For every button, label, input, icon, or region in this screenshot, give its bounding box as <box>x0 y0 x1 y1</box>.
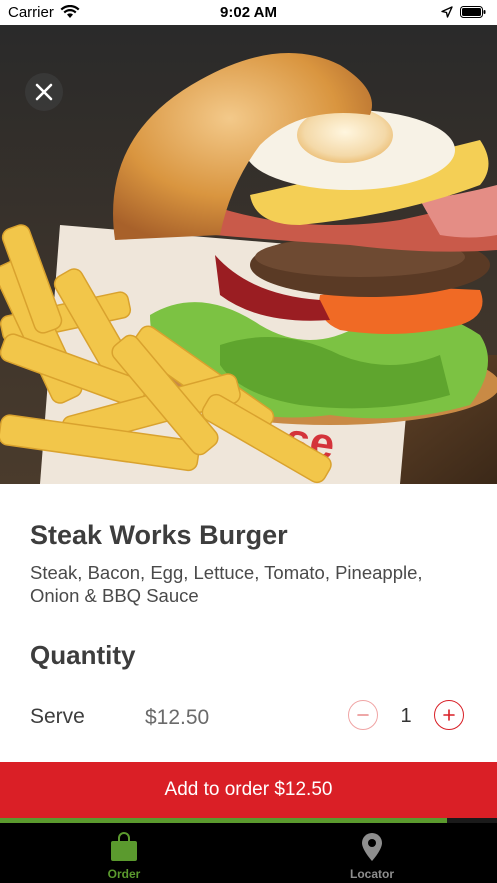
tab-bar: Order Locator <box>0 823 497 883</box>
increase-quantity-button[interactable] <box>434 700 464 730</box>
product-name: Steak Works Burger <box>30 520 288 550</box>
tab-order[interactable]: Order <box>0 823 248 883</box>
location-arrow-icon <box>441 6 453 18</box>
tab-order-label: Order <box>107 867 141 881</box>
map-pin-icon <box>362 833 382 861</box>
status-time: 9:02 AM <box>220 4 277 21</box>
minus-icon <box>357 714 369 716</box>
quantity-value: 1 <box>400 705 412 727</box>
product-description: Steak, Bacon, Egg, Lettuce, Tomato, Pine… <box>30 562 423 606</box>
shopping-bag-icon <box>111 832 137 861</box>
add-to-order-label: Add to order $12.50 <box>164 779 333 800</box>
serve-price: $12.50 <box>145 706 210 729</box>
serve-label: Serve <box>30 705 85 728</box>
decrease-quantity-button[interactable] <box>348 700 378 730</box>
close-icon <box>35 83 53 101</box>
tab-locator-label: Locator <box>349 867 394 881</box>
product-image: se <box>0 25 497 484</box>
quantity-heading: Quantity <box>30 640 136 670</box>
plus-icon <box>443 709 455 721</box>
battery-icon <box>460 6 486 18</box>
status-bar: Carrier 9:02 AM <box>0 0 497 25</box>
tab-locator[interactable]: Locator <box>248 823 496 883</box>
add-to-order-button[interactable]: Add to order $12.50 <box>0 762 497 818</box>
close-button[interactable] <box>25 73 63 111</box>
